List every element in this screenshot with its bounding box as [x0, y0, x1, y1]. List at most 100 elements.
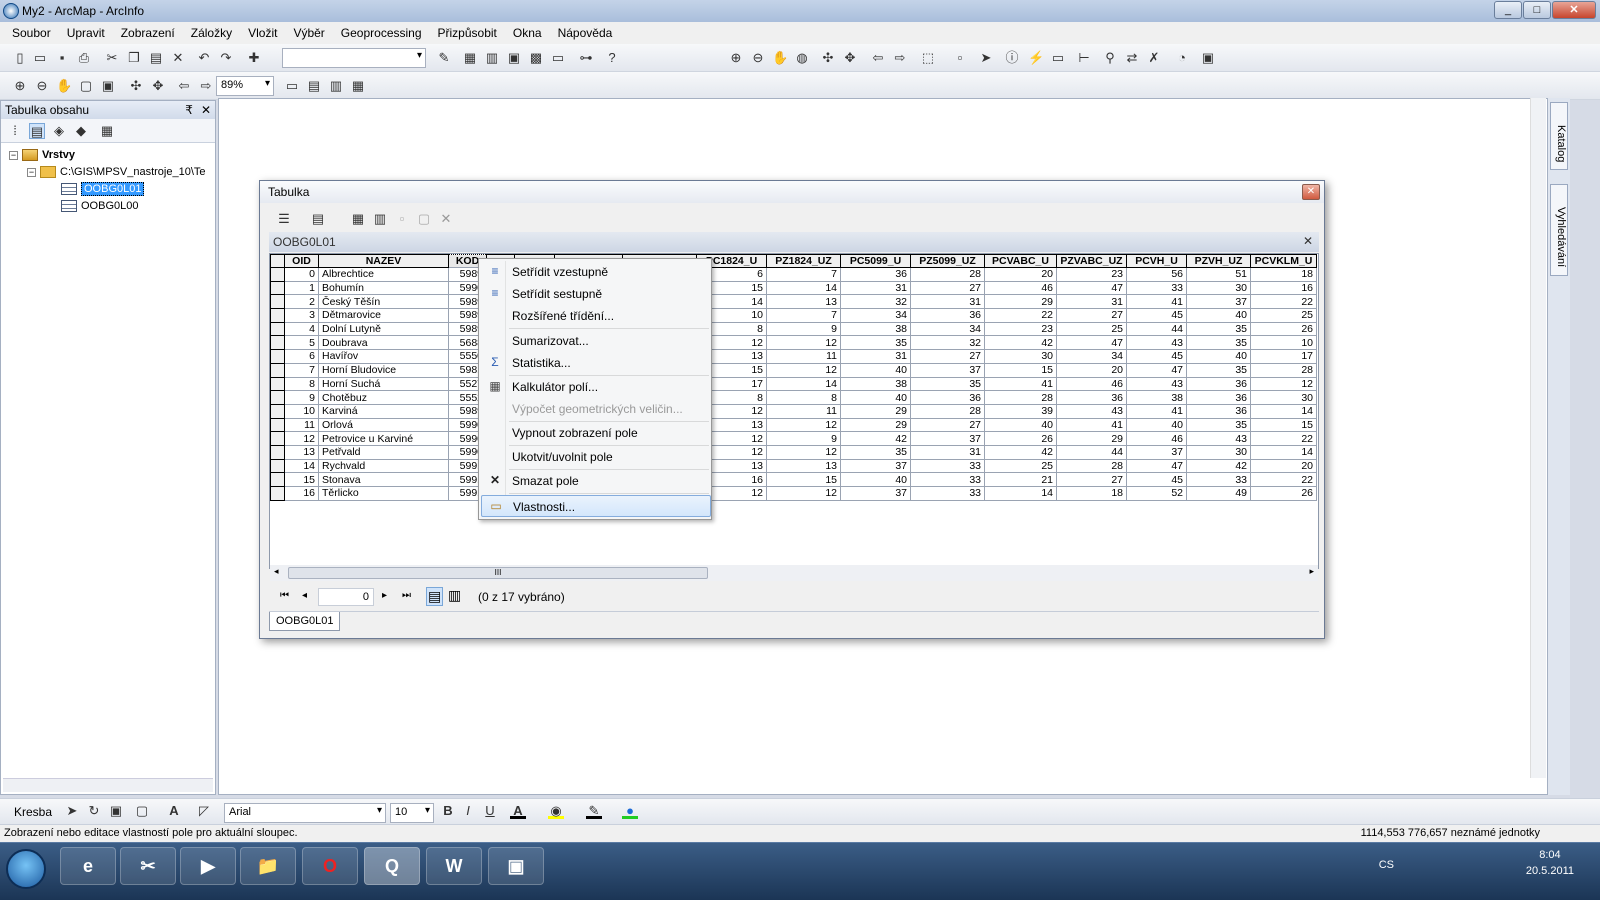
scroll-right-icon[interactable]: ▸	[1309, 566, 1314, 577]
table-cell[interactable]: 7	[284, 362, 319, 378]
table-cell[interactable]: Bohumín	[318, 280, 449, 296]
zoom-to-element-icon[interactable]: ▣	[108, 803, 124, 819]
table-cell[interactable]: 12	[766, 335, 841, 351]
table-cell[interactable]: Horní Suchá	[318, 376, 449, 392]
add-data-icon[interactable]: ✚	[246, 50, 262, 66]
table-cell[interactable]: Havířov	[318, 349, 449, 364]
table-cell[interactable]: 42	[840, 431, 911, 446]
table-cell[interactable]: 44	[1126, 321, 1187, 337]
table-cell[interactable]: 36	[1186, 376, 1251, 392]
tree-root[interactable]: − Vrstvy	[9, 147, 75, 163]
row-selector[interactable]	[270, 267, 285, 282]
menu-zalozky[interactable]: Záložky	[183, 26, 240, 40]
list-by-visibility-icon[interactable]: ◈	[51, 123, 67, 139]
undo-icon[interactable]: ↶	[196, 50, 212, 66]
table-cell[interactable]: 36	[910, 308, 985, 323]
scale-combo[interactable]	[282, 48, 426, 68]
hyperlink-icon[interactable]: ⚡	[1028, 50, 1044, 66]
table-cell[interactable]: 2	[284, 294, 319, 310]
table-cell[interactable]: 8	[284, 376, 319, 392]
route-icon[interactable]: ⇄	[1124, 50, 1140, 66]
table-cell[interactable]: 3	[284, 308, 319, 323]
italic-button[interactable]: I	[460, 803, 476, 819]
select-elements-icon[interactable]: ➤	[978, 50, 994, 66]
table-cell[interactable]: 12	[1250, 376, 1317, 392]
row-selector[interactable]	[270, 417, 285, 433]
tree-table-oobg0l00[interactable]: OOBG0L00	[61, 198, 138, 214]
change-layout-icon[interactable]: ▥	[328, 78, 344, 94]
table-cell[interactable]: 26	[1250, 321, 1317, 337]
table-cell[interactable]: 28	[910, 267, 985, 282]
table-cell[interactable]: 9	[284, 390, 319, 405]
table-cell[interactable]: 25	[1056, 321, 1127, 337]
menu-sort-ascending[interactable]: ≡ Setřídit vzestupně	[481, 261, 711, 283]
table-row[interactable]: 16 Těrlicko 5991 12 12 37 33 14 18 52 49 26	[270, 486, 1317, 501]
collapse-icon[interactable]: −	[9, 150, 18, 160]
table-cell[interactable]: 37	[840, 458, 911, 474]
menu-sort-descending[interactable]: ≡ Setřídit sestupně	[481, 283, 711, 305]
table-cell[interactable]: 31	[840, 280, 911, 296]
table-cell[interactable]: 39	[984, 403, 1057, 419]
table-cell[interactable]: 27	[910, 417, 985, 433]
table-row[interactable]: 3 Dětmarovice 5989 10 7 34 36 22 27 45 40 25	[270, 308, 1317, 323]
zoom-percent-combo[interactable]: 89%	[216, 76, 274, 96]
table-row[interactable]: 4 Dolní Lutyně 5989 8 9 38 34 23 25 44 35 26	[270, 321, 1317, 337]
row-selector[interactable]	[270, 472, 285, 487]
table-cell[interactable]: 42	[1186, 458, 1251, 474]
table-cell[interactable]: 12	[766, 486, 841, 501]
minimize-button[interactable]: _	[1494, 1, 1522, 19]
table-cell[interactable]: 12	[766, 444, 841, 460]
table-cell[interactable]: 38	[840, 321, 911, 337]
table-cell[interactable]: 33	[910, 472, 985, 487]
opera-taskbar-icon[interactable]: O	[302, 847, 358, 885]
table-cell[interactable]: Albrechtice	[318, 267, 449, 282]
table-cell[interactable]: 6	[284, 349, 319, 364]
table-cell[interactable]: 37	[1126, 444, 1187, 460]
table-cell[interactable]: 14	[1250, 403, 1317, 419]
search-tab[interactable]: Vyhledávání	[1550, 184, 1568, 276]
column-header[interactable]: PZVABC_UZ	[1056, 254, 1127, 268]
ie-taskbar-icon[interactable]: e	[60, 847, 116, 885]
rectangle-icon[interactable]: ▢	[134, 803, 150, 819]
table-cell[interactable]: Dolní Lutyně	[318, 321, 449, 337]
catalog-window-icon[interactable]: ▥	[484, 50, 500, 66]
table-cell[interactable]: 29	[984, 294, 1057, 310]
column-header[interactable]: PZ5099_UZ	[910, 254, 985, 268]
table-cell[interactable]: 47	[1056, 335, 1127, 351]
close-table-tab-icon[interactable]: ✕	[1303, 234, 1313, 248]
table-cell[interactable]: 40	[1126, 417, 1187, 433]
layout-zoom-in-icon[interactable]: ⊕	[12, 78, 28, 94]
table-row[interactable]: 2 Český Těšín 5989 14 13 32 31 29 31 41 37 22	[270, 294, 1317, 310]
image-viewer-taskbar-icon[interactable]: ▣	[488, 847, 544, 885]
menu-okna[interactable]: Okna	[505, 26, 550, 40]
table-cell[interactable]: 30	[1250, 390, 1317, 405]
table-cell[interactable]: 28	[1056, 458, 1127, 474]
previous-extent-icon[interactable]: ⇦	[176, 78, 192, 94]
table-row[interactable]: 5 Doubrava 5688 12 12 35 32 42 47 43 35 10	[270, 335, 1317, 351]
column-header[interactable]: PCVH_U	[1126, 254, 1187, 268]
table-cell[interactable]: 22	[1250, 472, 1317, 487]
back-icon[interactable]: ⇦	[870, 50, 886, 66]
table-cell[interactable]: 47	[1126, 458, 1187, 474]
table-cell[interactable]: 30	[984, 349, 1057, 364]
pan-icon[interactable]: ✋	[772, 50, 788, 66]
table-cell[interactable]: 35	[1186, 321, 1251, 337]
table-cell[interactable]: 36	[1186, 390, 1251, 405]
row-selector[interactable]	[270, 335, 285, 351]
clock-date[interactable]: 20.5.2011	[1526, 865, 1574, 877]
table-cell[interactable]: 18	[1056, 486, 1127, 501]
next-extent-icon[interactable]: ⇨	[198, 78, 214, 94]
row-selector-header[interactable]	[270, 254, 285, 268]
last-record-icon[interactable]: ⏭	[402, 590, 411, 601]
menu-delete-field[interactable]: ✕ Smazat pole	[481, 470, 711, 492]
full-extent-icon[interactable]: ◍	[794, 50, 810, 66]
menu-soubor[interactable]: Soubor	[4, 26, 59, 40]
row-selector[interactable]	[270, 294, 285, 310]
table-cell[interactable]: 23	[1056, 267, 1127, 282]
table-row[interactable]: 15 Stonava 5991 16 15 40 33 21 27 45 33 22	[270, 472, 1317, 487]
table-cell[interactable]: Doubrava	[318, 335, 449, 351]
column-header[interactable]: NAZEV	[318, 254, 449, 268]
table-cell[interactable]: 32	[840, 294, 911, 310]
find-icon[interactable]: ⚲	[1102, 50, 1118, 66]
table-cell[interactable]: 41	[984, 376, 1057, 392]
